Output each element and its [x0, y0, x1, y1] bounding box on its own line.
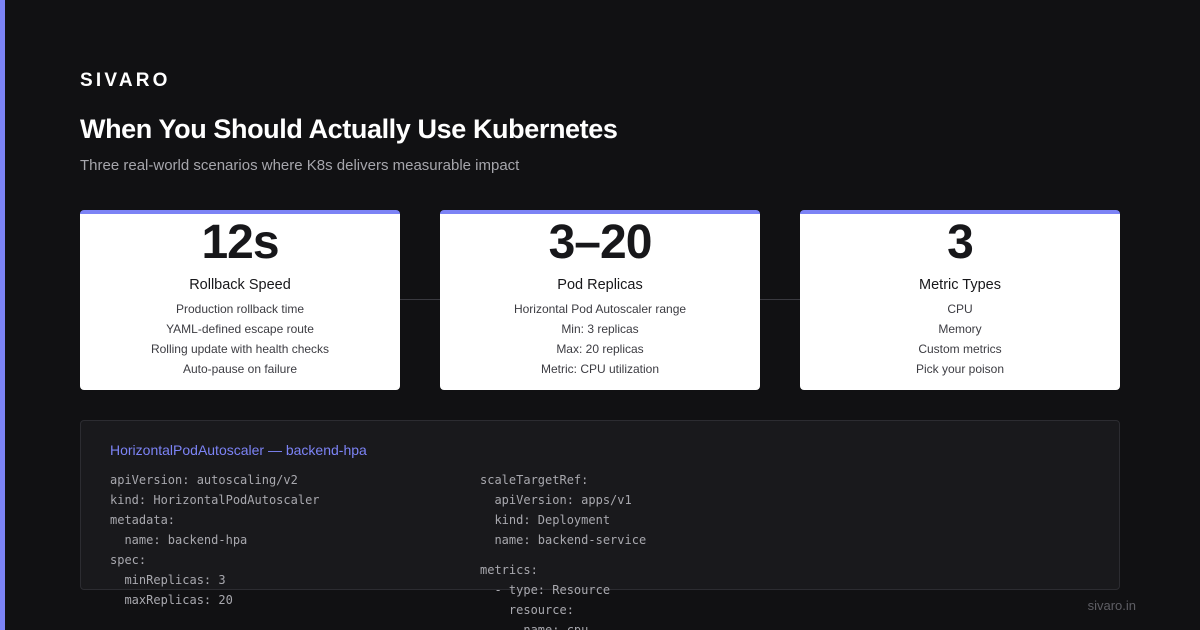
- code-column-right: scaleTargetRef: apiVersion: apps/v1 kind…: [480, 470, 646, 630]
- brand-logo: SIVARO: [80, 70, 171, 91]
- stat-detail: Production rollback time: [175, 302, 305, 316]
- stat-detail: Metric: CPU utilization: [540, 362, 660, 376]
- code-line: maxReplicas: 20: [110, 593, 233, 607]
- footer-domain: sivaro.in: [1087, 598, 1136, 613]
- page-title: When You Should Actually Use Kubernetes: [80, 114, 618, 144]
- stat-detail: YAML-defined escape route: [166, 322, 314, 336]
- stat-detail: Horizontal Pod Autoscaler range: [513, 302, 687, 316]
- stat-value: 12s: [201, 216, 279, 269]
- stat-value: 3–20: [548, 216, 653, 269]
- code-line: metadata:: [110, 513, 176, 527]
- code-line: apiVersion: autoscaling/v2: [110, 473, 298, 487]
- code-line: name: backend-service: [480, 533, 647, 547]
- stat-value: 3: [947, 216, 974, 269]
- left-accent-bar: [0, 0, 5, 630]
- code-line: name: backend-hpa: [110, 533, 248, 547]
- code-line: - type: Resource: [480, 583, 611, 597]
- page-subtitle: Three real-world scenarios where K8s del…: [80, 157, 520, 174]
- stat-detail: Rolling update with health checks: [150, 342, 330, 356]
- stat-detail: CPU: [947, 302, 973, 316]
- stat-details-list: CPU Memory Custom metrics Pick your pois…: [800, 299, 1120, 379]
- stat-detail: Min: 3 replicas: [561, 322, 639, 336]
- stat-detail: Memory: [938, 322, 982, 336]
- code-line: minReplicas: 3: [110, 573, 226, 587]
- stat-details-list: Production rollback time YAML-defined es…: [80, 299, 400, 379]
- stat-details-list: Horizontal Pod Autoscaler range Min: 3 r…: [440, 299, 760, 379]
- stat-detail: Max: 20 replicas: [556, 342, 644, 356]
- stat-detail: Auto-pause on failure: [182, 362, 298, 376]
- stat-label: Metric Types: [919, 277, 1001, 293]
- code-line: apiVersion: apps/v1: [480, 493, 632, 507]
- code-line: metrics:: [480, 563, 538, 577]
- stat-detail: Pick your poison: [915, 362, 1005, 376]
- code-line: scaleTargetRef:: [480, 473, 589, 487]
- stat-card-rollback-speed: 12s Rollback Speed Production rollback t…: [80, 210, 400, 390]
- code-line: resource:: [480, 603, 574, 617]
- code-line: name: cpu: [480, 623, 589, 630]
- stat-label: Rollback Speed: [189, 277, 291, 293]
- stat-label: Pod Replicas: [557, 277, 643, 293]
- stat-card-metric-types: 3 Metric Types CPU Memory Custom metrics…: [800, 210, 1120, 390]
- code-column-left: apiVersion: autoscaling/v2 kind: Horizon…: [110, 470, 320, 610]
- code-line: spec:: [110, 553, 147, 567]
- stat-detail: Custom metrics: [918, 342, 1002, 356]
- code-block-title: HorizontalPodAutoscaler — backend-hpa: [110, 442, 367, 458]
- card-connector-line: [400, 299, 440, 300]
- code-line: kind: Deployment: [480, 513, 611, 527]
- card-connector-line: [760, 299, 800, 300]
- stat-card-pod-replicas: 3–20 Pod Replicas Horizontal Pod Autosca…: [440, 210, 760, 390]
- code-line: kind: HorizontalPodAutoscaler: [110, 493, 320, 507]
